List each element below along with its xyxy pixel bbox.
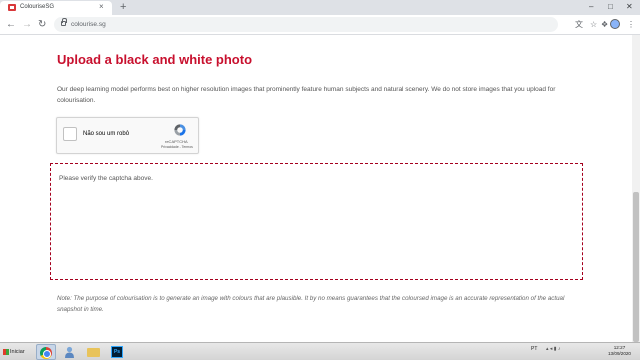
back-button[interactable]: ←: [6, 18, 16, 32]
recaptcha-logo-icon: [174, 124, 186, 136]
star-icon[interactable]: ☆: [590, 19, 597, 30]
user-icon: [65, 346, 74, 358]
recaptcha-privacy-terms-links[interactable]: Privacidade - Termos: [161, 145, 193, 150]
taskbar-explorer[interactable]: [84, 344, 104, 360]
browser-toolbar: ← → ↻ colourise.sg 文 ☆ ❖ ⋮: [0, 15, 640, 35]
lock-icon: [61, 18, 67, 26]
recaptcha-widget: Não sou um robô reCAPTCHA Privacidade - …: [56, 117, 199, 154]
upload-dropzone[interactable]: Please verify the captcha above.: [50, 163, 583, 280]
taskbar-photoshop[interactable]: Ps: [108, 344, 128, 360]
tab-bar: ColouriseSG × + – □ ✕: [0, 0, 640, 15]
photoshop-icon: Ps: [111, 346, 123, 358]
minimize-button[interactable]: –: [589, 1, 593, 13]
system-clock[interactable]: 12:27 13/09/2020: [608, 345, 631, 357]
translate-icon[interactable]: 文: [575, 19, 583, 30]
intro-text: Our deep learning model performs best on…: [57, 86, 556, 104]
taskbar-chrome[interactable]: [36, 344, 56, 360]
page-title: Upload a black and white photo: [57, 52, 253, 67]
account-icon[interactable]: [610, 19, 620, 29]
scrollbar-thumb[interactable]: [633, 192, 639, 342]
colourisation-note: Note: The purpose of colourisation is to…: [57, 295, 565, 313]
address-url[interactable]: colourise.sg: [71, 20, 106, 29]
new-tab-button[interactable]: +: [120, 0, 126, 14]
recaptcha-brand: reCAPTCHA: [165, 139, 188, 144]
dropzone-message: Please verify the captcha above.: [59, 175, 153, 182]
recaptcha-label: Não sou um robô: [83, 131, 130, 137]
reload-button[interactable]: ↻: [38, 18, 46, 32]
extensions-icon[interactable]: ❖: [601, 19, 608, 30]
address-bar[interactable]: colourise.sg: [54, 17, 558, 32]
tab-title: ColouriseSG: [20, 4, 55, 10]
chrome-icon: [40, 347, 52, 359]
forward-button[interactable]: →: [22, 18, 32, 32]
close-window-button[interactable]: ✕: [626, 1, 633, 13]
page-scrollbar[interactable]: [632, 35, 640, 342]
tray-icons[interactable]: ▴ ◂ ▮ ♪: [546, 346, 560, 352]
language-indicator[interactable]: PT: [531, 346, 537, 352]
folder-icon: [87, 348, 100, 357]
tab-colourisesg[interactable]: ColouriseSG ×: [0, 1, 112, 15]
taskbar-user[interactable]: [60, 344, 80, 360]
tab-close-button[interactable]: ×: [99, 2, 104, 12]
recaptcha-checkbox[interactable]: [63, 127, 77, 141]
page-content: Upload a black and white photo Our deep …: [0, 35, 632, 342]
clock-date: 13/09/2020: [608, 351, 631, 356]
maximize-button[interactable]: □: [608, 1, 613, 13]
start-button[interactable]: Iniciar: [2, 345, 30, 359]
os-taskbar: Iniciar Ps PT ▴ ◂ ▮ ♪ 12:27 13/09/2020: [0, 342, 640, 360]
site-favicon-icon: [8, 4, 16, 11]
menu-icon[interactable]: ⋮: [627, 19, 635, 30]
